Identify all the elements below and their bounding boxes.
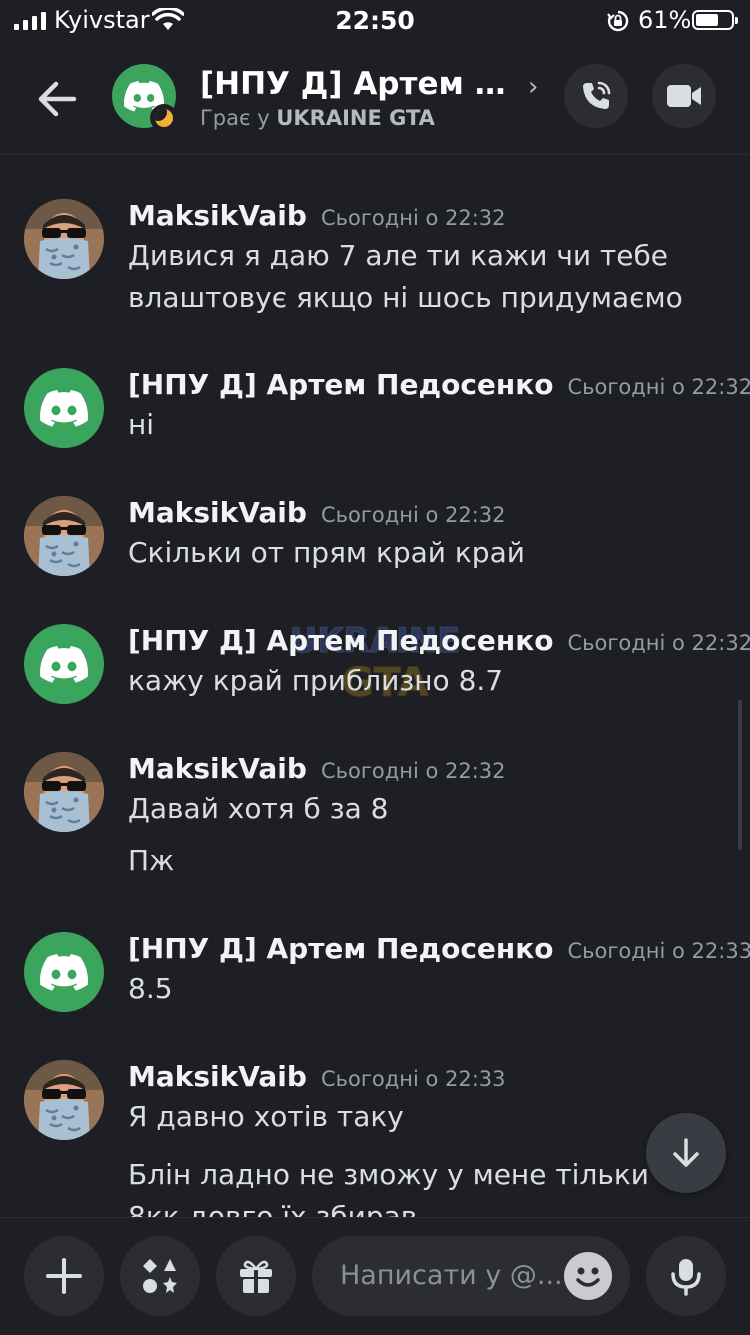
message-text: Дивися я даю 7 але ти кажи чи тебе влашт… (128, 235, 708, 319)
chevron-right-icon[interactable]: › (528, 72, 538, 102)
message-list[interactable]: MaksikVaib Сьогодні о 22:32 Дивися я даю … (0, 155, 750, 1217)
avatar[interactable] (24, 932, 104, 1012)
discord-logo-icon (40, 948, 88, 996)
apps-icon (140, 1256, 180, 1296)
gift-button[interactable] (216, 1236, 296, 1316)
message-author-line[interactable]: MaksikVaib Сьогодні о 22:32 (128, 199, 506, 232)
message-text: Пж (128, 840, 708, 882)
message-author[interactable]: MaksikVaib (128, 1060, 307, 1093)
emoji-button[interactable] (564, 1252, 612, 1300)
message-author[interactable]: [НПУ Д] Артем Педосенко (128, 624, 554, 657)
recipient-name[interactable]: [НПУ Д] Артем П... (200, 66, 520, 102)
message-timestamp: Сьогодні о 22:33 (321, 1067, 506, 1091)
battery-percent: 61% (638, 6, 691, 34)
message-timestamp: Сьогодні о 22:32 (568, 375, 750, 399)
avatar[interactable] (24, 368, 104, 448)
apps-button[interactable] (120, 1236, 200, 1316)
message-timestamp: Сьогодні о 22:33 (568, 939, 750, 963)
message-author-line[interactable]: MaksikVaib Сьогодні о 22:32 (128, 752, 506, 785)
status-bar: Kyivstar 22:50 61% (0, 0, 750, 44)
message-text: Я давно хотів таку (128, 1096, 708, 1138)
recipient-activity: Грає у UKRAINE GTA (200, 106, 435, 130)
arrow-down-icon (668, 1135, 704, 1171)
message-timestamp: Сьогодні о 22:32 (321, 206, 506, 230)
activity-prefix: Грає у (200, 106, 270, 130)
video-camera-icon (666, 82, 702, 110)
avatar[interactable] (24, 496, 104, 576)
message-author[interactable]: MaksikVaib (128, 496, 307, 529)
message-composer: Написати у @... (0, 1217, 750, 1335)
avatar[interactable] (24, 1060, 104, 1140)
moon-idle-icon (150, 104, 178, 132)
message-text: 8.5 (128, 968, 708, 1010)
message-author[interactable]: [НПУ Д] Артем Педосенко (128, 368, 554, 401)
message-author[interactable]: MaksikVaib (128, 752, 307, 785)
message-timestamp: Сьогодні о 22:32 (321, 759, 506, 783)
voice-call-button[interactable] (564, 64, 628, 128)
activity-game: UKRAINE GTA (276, 106, 435, 130)
message-text: Блін ладно не зможу у мене тільки 8кк до… (128, 1154, 708, 1217)
discord-logo-icon (40, 384, 88, 432)
message-author[interactable]: MaksikVaib (128, 199, 307, 232)
microphone-icon (666, 1256, 706, 1296)
message-author-line[interactable]: MaksikVaib Сьогодні о 22:32 (128, 496, 506, 529)
attach-button[interactable] (24, 1236, 104, 1316)
message-author-line[interactable]: [НПУ Д] Артем Педосенко Сьогодні о 22:32 (128, 624, 750, 657)
jump-to-present-button[interactable] (646, 1113, 726, 1193)
battery-icon (692, 10, 734, 30)
video-call-button[interactable] (652, 64, 716, 128)
back-arrow-icon[interactable] (34, 76, 80, 122)
rotation-lock-icon (606, 9, 630, 33)
voice-message-button[interactable] (646, 1236, 726, 1316)
discord-logo-icon (40, 640, 88, 688)
message-text: кажу край приблизно 8.7 (128, 660, 708, 702)
gift-icon (236, 1256, 276, 1296)
message-author-line[interactable]: MaksikVaib Сьогодні о 22:33 (128, 1060, 506, 1093)
phone-call-icon (579, 79, 613, 113)
message-text: Скільки от прям край край (128, 532, 708, 574)
avatar[interactable] (24, 752, 104, 832)
message-author-line[interactable]: [НПУ Д] Артем Педосенко Сьогодні о 22:33 (128, 932, 750, 965)
emoji-icon (564, 1252, 612, 1300)
scrollbar[interactable] (738, 700, 742, 850)
message-timestamp: Сьогодні о 22:32 (321, 503, 506, 527)
chat-header: [НПУ Д] Артем П... › Грає у UKRAINE GTA (0, 44, 750, 155)
avatar[interactable] (24, 199, 104, 279)
message-text: Давай хотя б за 8 (128, 788, 708, 830)
message-author[interactable]: [НПУ Д] Артем Педосенко (128, 932, 554, 965)
message-text: ні (128, 404, 708, 446)
message-author-line[interactable]: [НПУ Д] Артем Педосенко Сьогодні о 22:32 (128, 368, 750, 401)
message-timestamp: Сьогодні о 22:32 (568, 631, 750, 655)
avatar[interactable] (24, 624, 104, 704)
plus-icon (44, 1256, 84, 1296)
